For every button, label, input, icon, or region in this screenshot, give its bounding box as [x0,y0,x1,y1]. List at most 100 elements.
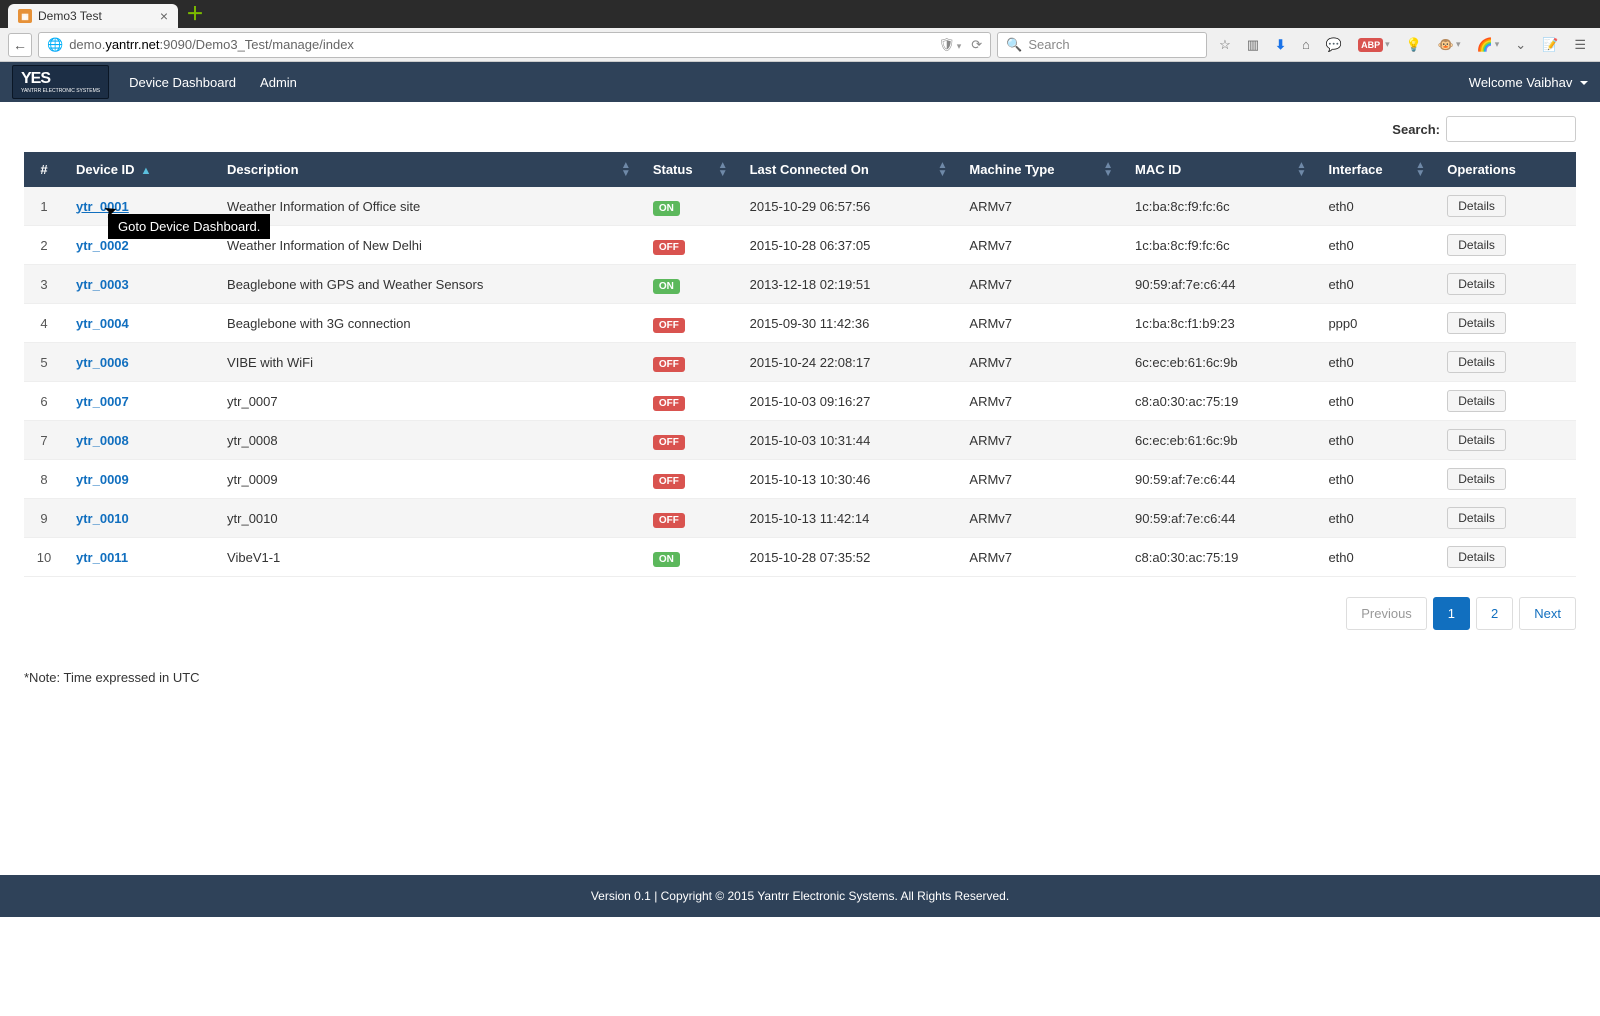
table-row: 4ytr_0004Beaglebone with 3G connectionOF… [24,304,1576,343]
page-previous[interactable]: Previous [1346,597,1427,630]
row-number: 1 [24,187,64,226]
status-badge-on: ON [653,552,680,567]
details-button[interactable]: Details [1447,195,1506,217]
row-interface: eth0 [1316,538,1435,577]
row-mac-id: 90:59:af:7e:c6:44 [1123,265,1316,304]
details-button[interactable]: Details [1447,390,1506,412]
downloads-icon[interactable]: ⬇ [1275,37,1286,53]
device-id-link[interactable]: ytr_0003 [76,277,129,292]
page-1[interactable]: 1 [1433,597,1470,630]
rainbow-icon[interactable]: 🌈▾ [1477,37,1500,53]
user-menu[interactable]: Welcome Vaibhav [1469,75,1588,90]
browser-tab[interactable]: ▦ Demo3 Test × [8,4,178,28]
nav-device-dashboard[interactable]: Device Dashboard [129,75,236,90]
row-description: ytr_0007 [215,382,641,421]
row-machine-type: ARMv7 [957,304,1123,343]
details-button[interactable]: Details [1447,312,1506,334]
col-device-id[interactable]: Device ID▲ [64,152,215,187]
table-search-input[interactable] [1446,116,1576,142]
details-button[interactable]: Details [1447,468,1506,490]
device-id-link[interactable]: ytr_0009 [76,472,129,487]
device-id-link[interactable]: ytr_0010 [76,511,129,526]
col-interface[interactable]: Interface▲▼ [1316,152,1435,187]
reading-list-icon[interactable]: ▥ [1247,37,1259,53]
address-toolbar: ← 🌐 demo.yantrr.net:9090/Demo3_Test/mana… [0,28,1600,62]
row-interface: eth0 [1316,226,1435,265]
col-machine-type[interactable]: Machine Type▲▼ [957,152,1123,187]
page-next[interactable]: Next [1519,597,1576,630]
home-icon[interactable]: ⌂ [1302,37,1310,52]
details-button[interactable]: Details [1447,507,1506,529]
menu-icon[interactable]: ☰ [1574,37,1586,53]
note-icon[interactable]: 📝 [1542,37,1558,53]
pocket-icon[interactable]: ⌄ [1515,37,1526,53]
browser-search-input[interactable]: 🔍 Search [997,32,1207,58]
device-id-link[interactable]: ytr_0006 [76,355,129,370]
col-last-connected[interactable]: Last Connected On▲▼ [738,152,958,187]
row-status: OFF [641,226,738,265]
sort-icon: ▲▼ [718,162,728,178]
row-description: VibeV1-1 [215,538,641,577]
status-badge-off: OFF [653,474,685,489]
footer: Version 0.1 | Copyright © 2015 Yantrr El… [0,875,1600,917]
row-last-connected: 2015-09-30 11:42:36 [738,304,958,343]
tab-strip: ▦ Demo3 Test × ＋ [0,0,1600,28]
row-machine-type: ARMv7 [957,538,1123,577]
tooltip: Goto Device Dashboard. [108,214,270,239]
nav-admin[interactable]: Admin [260,75,297,90]
new-tab-button[interactable]: ＋ [186,0,204,26]
row-last-connected: 2015-10-03 10:31:44 [738,421,958,460]
back-button[interactable]: ← [8,33,32,57]
row-number: 9 [24,499,64,538]
abp-icon[interactable]: ABP▾ [1358,38,1390,52]
row-machine-type: ARMv7 [957,382,1123,421]
shield-icon[interactable]: 🛡▾ [938,37,961,53]
status-badge-on: ON [653,279,680,294]
device-id-link[interactable]: ytr_0004 [76,316,129,331]
row-last-connected: 2015-10-13 10:30:46 [738,460,958,499]
details-button[interactable]: Details [1447,351,1506,373]
details-button[interactable]: Details [1447,234,1506,256]
reload-icon[interactable]: ⟳ [971,37,982,53]
row-description: ytr_0009 [215,460,641,499]
row-mac-id: 6c:ec:eb:61:6c:9b [1123,343,1316,382]
row-status: OFF [641,304,738,343]
details-button[interactable]: Details [1447,429,1506,451]
details-button[interactable]: Details [1447,273,1506,295]
col-mac-id[interactable]: MAC ID▲▼ [1123,152,1316,187]
device-id-link[interactable]: ytr_0008 [76,433,129,448]
row-number: 3 [24,265,64,304]
url-prefix: demo. [69,37,105,52]
table-search-row: Search: [24,102,1576,152]
row-number: 4 [24,304,64,343]
row-mac-id: 90:59:af:7e:c6:44 [1123,460,1316,499]
row-status: OFF [641,460,738,499]
row-status: OFF [641,421,738,460]
bulb-icon[interactable]: 💡 [1406,37,1422,53]
bookmark-star-icon[interactable]: ☆ [1219,37,1231,53]
col-number[interactable]: # [24,152,64,187]
col-status[interactable]: Status▲▼ [641,152,738,187]
chat-icon[interactable]: 💬 [1326,37,1342,53]
details-button[interactable]: Details [1447,546,1506,568]
col-description[interactable]: Description▲▼ [215,152,641,187]
page-2[interactable]: 2 [1476,597,1513,630]
tab-title: Demo3 Test [38,9,102,23]
device-id-link[interactable]: ytr_0007 [76,394,129,409]
row-last-connected: 2015-10-24 22:08:17 [738,343,958,382]
search-label: Search: [1392,122,1440,137]
tab-close-icon[interactable]: × [160,8,168,24]
table-row: 10ytr_0011VibeV1-1ON2015-10-28 07:35:52A… [24,538,1576,577]
url-domain: yantrr.net [105,37,159,52]
row-last-connected: 2015-10-03 09:16:27 [738,382,958,421]
app-logo[interactable]: YES YANTRR ELECTRONIC SYSTEMS [12,65,109,99]
row-status: OFF [641,499,738,538]
address-bar[interactable]: 🌐 demo.yantrr.net:9090/Demo3_Test/manage… [38,32,991,58]
device-id-link[interactable]: ytr_0002 [76,238,129,253]
row-mac-id: 90:59:af:7e:c6:44 [1123,499,1316,538]
monkey-icon[interactable]: 🐵▾ [1438,37,1461,53]
row-status: OFF [641,382,738,421]
welcome-text: Welcome Vaibhav [1469,75,1573,90]
device-id-link[interactable]: ytr_0011 [76,550,128,565]
status-badge-off: OFF [653,435,685,450]
